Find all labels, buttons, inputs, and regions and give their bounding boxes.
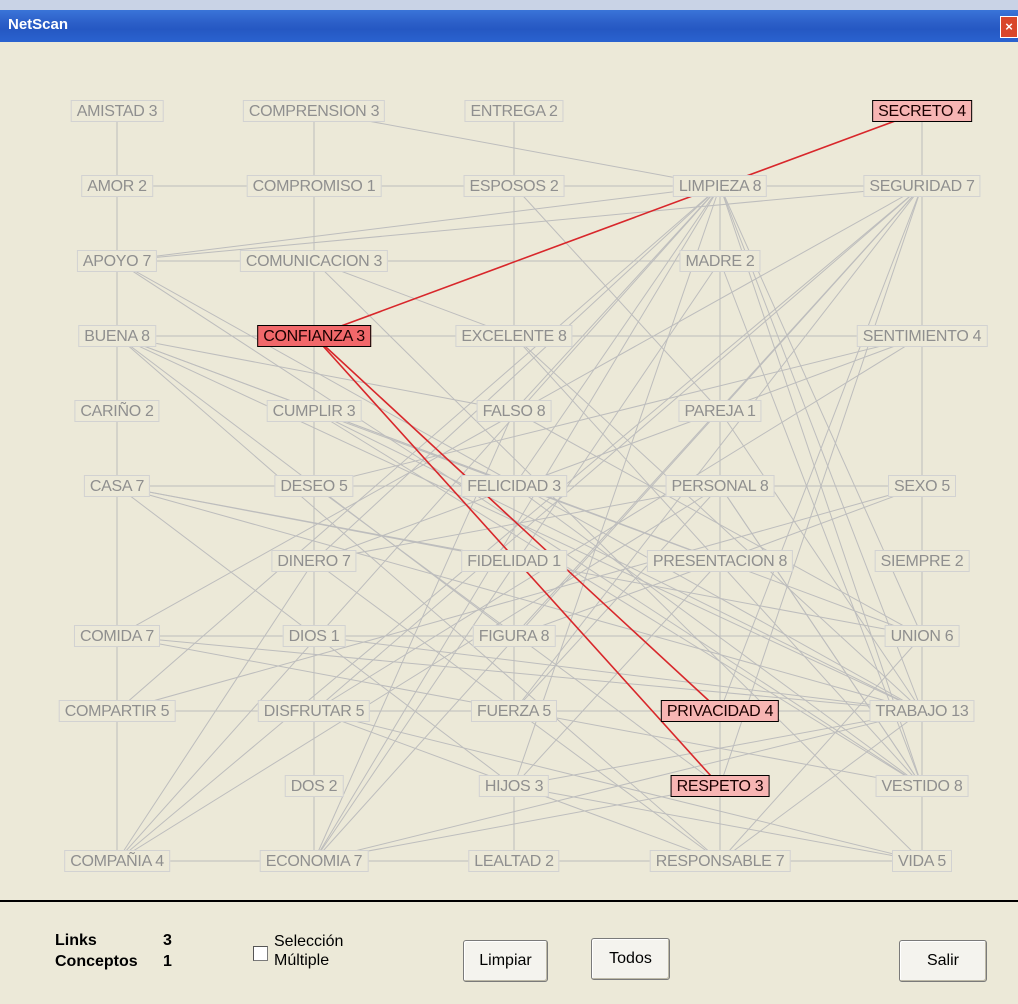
concept-node-sexo[interactable]: SEXO 5 [887, 475, 957, 497]
close-button[interactable]: × [1000, 16, 1018, 38]
multiple-selection-label-line2: Múltiple [274, 952, 330, 969]
concept-node-fidelidad[interactable]: FIDELIDAD 1 [461, 550, 567, 572]
concept-node-siempre[interactable]: SIEMPRE 2 [874, 550, 970, 572]
concept-node-disfrutar[interactable]: DISFRUTAR 5 [257, 700, 371, 722]
concept-node-felicidad[interactable]: FELICIDAD 3 [461, 475, 567, 497]
links-label: Links [55, 932, 97, 949]
concept-node-hijos[interactable]: HIJOS 3 [478, 775, 550, 797]
concept-node-presentacion[interactable]: PRESENTACION 8 [646, 550, 794, 572]
concept-node-cumplir[interactable]: CUMPLIR 3 [266, 400, 362, 422]
highlighted-link-line [313, 110, 923, 337]
multiple-selection-label-line1: Selección [274, 933, 344, 950]
link-line [513, 410, 923, 637]
title-bar[interactable]: NetScan × [0, 10, 1018, 42]
concept-node-entrega[interactable]: ENTREGA 2 [464, 100, 564, 122]
concept-node-pareja[interactable]: PAREJA 1 [678, 400, 762, 422]
salir-button[interactable]: Salir [899, 940, 987, 982]
link-line [719, 635, 923, 862]
concept-node-falso[interactable]: FALSO 8 [476, 400, 552, 422]
conceptos-count: 1 [163, 953, 172, 970]
conceptos-label: Conceptos [55, 953, 138, 970]
netscan-window: NetScan × AMISTAD 3 COMPRENSION 3 ENTREGA … [0, 10, 1018, 1004]
concept-node-respeto[interactable]: RESPETO 3 [670, 775, 770, 797]
concept-node-dinero[interactable]: DINERO 7 [271, 550, 357, 572]
concept-node-buena[interactable]: BUENA 8 [78, 325, 156, 347]
concept-node-dos[interactable]: DOS 2 [284, 775, 344, 797]
concept-node-compania[interactable]: COMPAÑIA 4 [64, 850, 170, 872]
concept-node-carino[interactable]: CARIÑO 2 [74, 400, 160, 422]
concept-node-confianza[interactable]: CONFIANZA 3 [257, 325, 371, 347]
concept-node-fuerza[interactable]: FUERZA 5 [470, 700, 558, 722]
concept-node-lealtad[interactable]: LEALTAD 2 [468, 850, 560, 872]
concept-node-seguridad[interactable]: SEGURIDAD 7 [863, 175, 981, 197]
taskbar-strip [0, 0, 1018, 10]
concept-node-personal[interactable]: PERSONAL 8 [665, 475, 775, 497]
links-layer [116, 110, 923, 862]
concept-node-esposos[interactable]: ESPOSOS 2 [463, 175, 565, 197]
link-line [116, 185, 721, 862]
concept-node-amistad[interactable]: AMISTAD 3 [70, 100, 164, 122]
concept-node-excelente[interactable]: EXCELENTE 8 [455, 325, 573, 347]
concept-node-secreto[interactable]: SECRETO 4 [872, 100, 972, 122]
concept-node-privacidad[interactable]: PRIVACIDAD 4 [660, 700, 780, 722]
todos-button[interactable]: Todos [591, 938, 670, 980]
multiple-selection-label: Selección Múltiple [274, 932, 343, 970]
concept-node-comunicacion[interactable]: COMUNICACION 3 [239, 250, 389, 272]
link-line [313, 335, 923, 712]
multiple-selection-checkbox[interactable] [253, 946, 268, 961]
footer-panel: Links 3 Conceptos 1 Selección Múltiple L… [0, 900, 1018, 1004]
concept-node-economia[interactable]: ECONOMIA 7 [259, 850, 369, 872]
concept-node-compromiso[interactable]: COMPROMISO 1 [246, 175, 382, 197]
concept-node-madre[interactable]: MADRE 2 [679, 250, 761, 272]
concept-node-dios[interactable]: DIOS 1 [282, 625, 346, 647]
links-count: 3 [163, 932, 172, 949]
concept-node-trabajo[interactable]: TRABAJO 13 [869, 700, 975, 722]
concept-node-limpieza[interactable]: LIMPIEZA 8 [672, 175, 768, 197]
concept-node-deseo[interactable]: DESEO 5 [274, 475, 354, 497]
concept-node-comprension[interactable]: COMPRENSION 3 [242, 100, 386, 122]
concept-node-figura[interactable]: FIGURA 8 [472, 625, 556, 647]
concept-node-vestido[interactable]: VESTIDO 8 [875, 775, 969, 797]
link-line [116, 335, 721, 862]
concept-node-responsable[interactable]: RESPONSABLE 7 [649, 850, 791, 872]
concept-node-sentimiento[interactable]: SENTIMIENTO 4 [856, 325, 988, 347]
window-title: NetScan [8, 16, 69, 33]
concept-node-compartir[interactable]: COMPARTIR 5 [58, 700, 176, 722]
concept-network: AMISTAD 3 COMPRENSION 3 ENTREGA 2 SECRETO 4… [0, 42, 1018, 900]
link-line [116, 185, 721, 262]
limpiar-button[interactable]: Limpiar [463, 940, 548, 982]
concept-node-amor[interactable]: AMOR 2 [81, 175, 153, 197]
concept-node-comida[interactable]: COMIDA 7 [73, 625, 161, 647]
concept-node-vida[interactable]: VIDA 5 [891, 850, 953, 872]
link-line [313, 185, 721, 562]
concept-node-apoyo[interactable]: APOYO 7 [76, 250, 158, 272]
concept-node-union[interactable]: UNION 6 [884, 625, 960, 647]
concept-node-casa[interactable]: CASA 7 [83, 475, 151, 497]
